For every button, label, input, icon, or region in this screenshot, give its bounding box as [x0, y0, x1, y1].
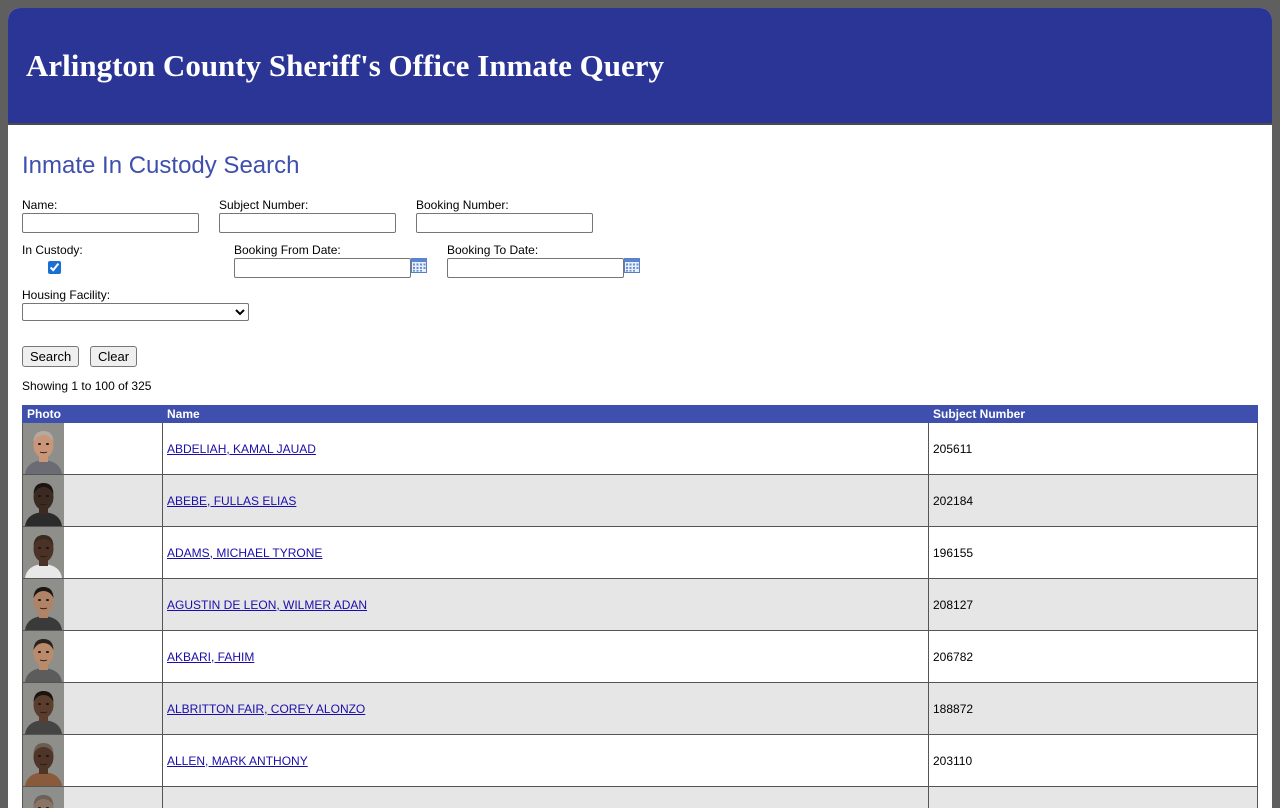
housing-facility-label: Housing Facility: — [22, 288, 110, 302]
table-row: ABEBE, FULLAS ELIAS 202184 — [23, 475, 1258, 527]
inmate-photo[interactable] — [23, 735, 64, 786]
in-custody-checkbox[interactable] — [48, 261, 61, 274]
photo-cell — [23, 683, 163, 735]
subject-number-cell: 205611 — [929, 423, 1258, 475]
booking-from-date-input[interactable] — [234, 258, 411, 278]
clear-button[interactable]: Clear — [90, 346, 137, 367]
subject-number-cell: 188872 — [929, 683, 1258, 735]
inmate-photo[interactable] — [23, 527, 64, 578]
booking-to-date-input[interactable] — [447, 258, 624, 278]
photo-cell — [23, 423, 163, 475]
column-header-name: Name — [163, 406, 929, 423]
calendar-icon[interactable] — [411, 258, 427, 273]
results-table: Photo Name Subject Number ABDELIAH, KAMA… — [22, 405, 1258, 808]
table-row: ABDELIAH, KAMAL JAUAD 205611 — [23, 423, 1258, 475]
photo-cell — [23, 631, 163, 683]
search-button[interactable]: Search — [22, 346, 79, 367]
column-header-photo: Photo — [23, 406, 163, 423]
table-row: AKBARI, FAHIM 206782 — [23, 631, 1258, 683]
inmate-name-link[interactable]: ABEBE, FULLAS ELIAS — [167, 494, 296, 508]
name-cell: ALBRITTON FAIR, COREY ALONZO — [163, 683, 929, 735]
inmate-name-link[interactable]: ABDELIAH, KAMAL JAUAD — [167, 442, 316, 456]
booking-from-date-label: Booking From Date: — [234, 243, 341, 257]
inmate-name-link[interactable]: ALLEN, MARK ANTHONY — [167, 754, 308, 768]
inmate-photo[interactable] — [23, 631, 64, 682]
calendar-icon[interactable] — [624, 258, 640, 273]
photo-cell — [23, 527, 163, 579]
inmate-name-link[interactable]: ALBRITTON FAIR, COREY ALONZO — [167, 702, 365, 716]
table-row: ADAMS, MICHAEL TYRONE 196155 — [23, 527, 1258, 579]
site-banner: Arlington County Sheriff's Office Inmate… — [8, 8, 1272, 125]
name-label: Name: — [22, 198, 57, 212]
housing-facility-select[interactable] — [22, 303, 249, 321]
inmate-name-link[interactable]: AKBARI, FAHIM — [167, 650, 254, 664]
name-input[interactable] — [22, 213, 199, 233]
name-cell — [163, 787, 929, 808]
in-custody-label: In Custody: — [22, 243, 83, 257]
photo-cell — [23, 787, 163, 808]
page-title: Inmate In Custody Search — [22, 152, 299, 180]
subject-number-cell: 203110 — [929, 735, 1258, 787]
results-body: ABDELIAH, KAMAL JAUAD205611ABEBE, FULLAS… — [23, 423, 1258, 808]
subject-number-cell: 208127 — [929, 579, 1258, 631]
column-header-subject-number: Subject Number — [929, 406, 1258, 423]
subject-number-input[interactable] — [219, 213, 396, 233]
inmate-photo[interactable] — [23, 423, 64, 474]
subject-number-label: Subject Number: — [219, 198, 308, 212]
subject-number-cell — [929, 787, 1258, 808]
browser-page: Arlington County Sheriff's Office Inmate… — [8, 8, 1272, 808]
table-row — [23, 787, 1258, 808]
site-title: Arlington County Sheriff's Office Inmate… — [26, 48, 664, 84]
inmate-photo[interactable] — [23, 579, 64, 630]
subject-number-cell: 206782 — [929, 631, 1258, 683]
inmate-name-link[interactable]: AGUSTIN DE LEON, WILMER ADAN — [167, 598, 367, 612]
name-cell: ABEBE, FULLAS ELIAS — [163, 475, 929, 527]
name-cell: ALLEN, MARK ANTHONY — [163, 735, 929, 787]
photo-cell — [23, 735, 163, 787]
name-cell: ABDELIAH, KAMAL JAUAD — [163, 423, 929, 475]
name-cell: AKBARI, FAHIM — [163, 631, 929, 683]
results-summary: Showing 1 to 100 of 325 — [22, 379, 151, 393]
subject-number-cell: 202184 — [929, 475, 1258, 527]
name-cell: ADAMS, MICHAEL TYRONE — [163, 527, 929, 579]
booking-number-label: Booking Number: — [416, 198, 509, 212]
photo-cell — [23, 579, 163, 631]
booking-to-date-label: Booking To Date: — [447, 243, 538, 257]
name-cell: AGUSTIN DE LEON, WILMER ADAN — [163, 579, 929, 631]
photo-cell — [23, 475, 163, 527]
table-header-row: Photo Name Subject Number — [23, 406, 1258, 423]
table-row: AGUSTIN DE LEON, WILMER ADAN 208127 — [23, 579, 1258, 631]
booking-number-input[interactable] — [416, 213, 593, 233]
table-row: ALLEN, MARK ANTHONY 203110 — [23, 735, 1258, 787]
inmate-name-link[interactable]: ADAMS, MICHAEL TYRONE — [167, 546, 322, 560]
inmate-photo[interactable] — [23, 683, 64, 734]
subject-number-cell: 196155 — [929, 527, 1258, 579]
inmate-photo[interactable] — [23, 475, 64, 526]
inmate-photo[interactable] — [23, 787, 64, 808]
table-row: ALBRITTON FAIR, COREY ALONZO 188872 — [23, 683, 1258, 735]
